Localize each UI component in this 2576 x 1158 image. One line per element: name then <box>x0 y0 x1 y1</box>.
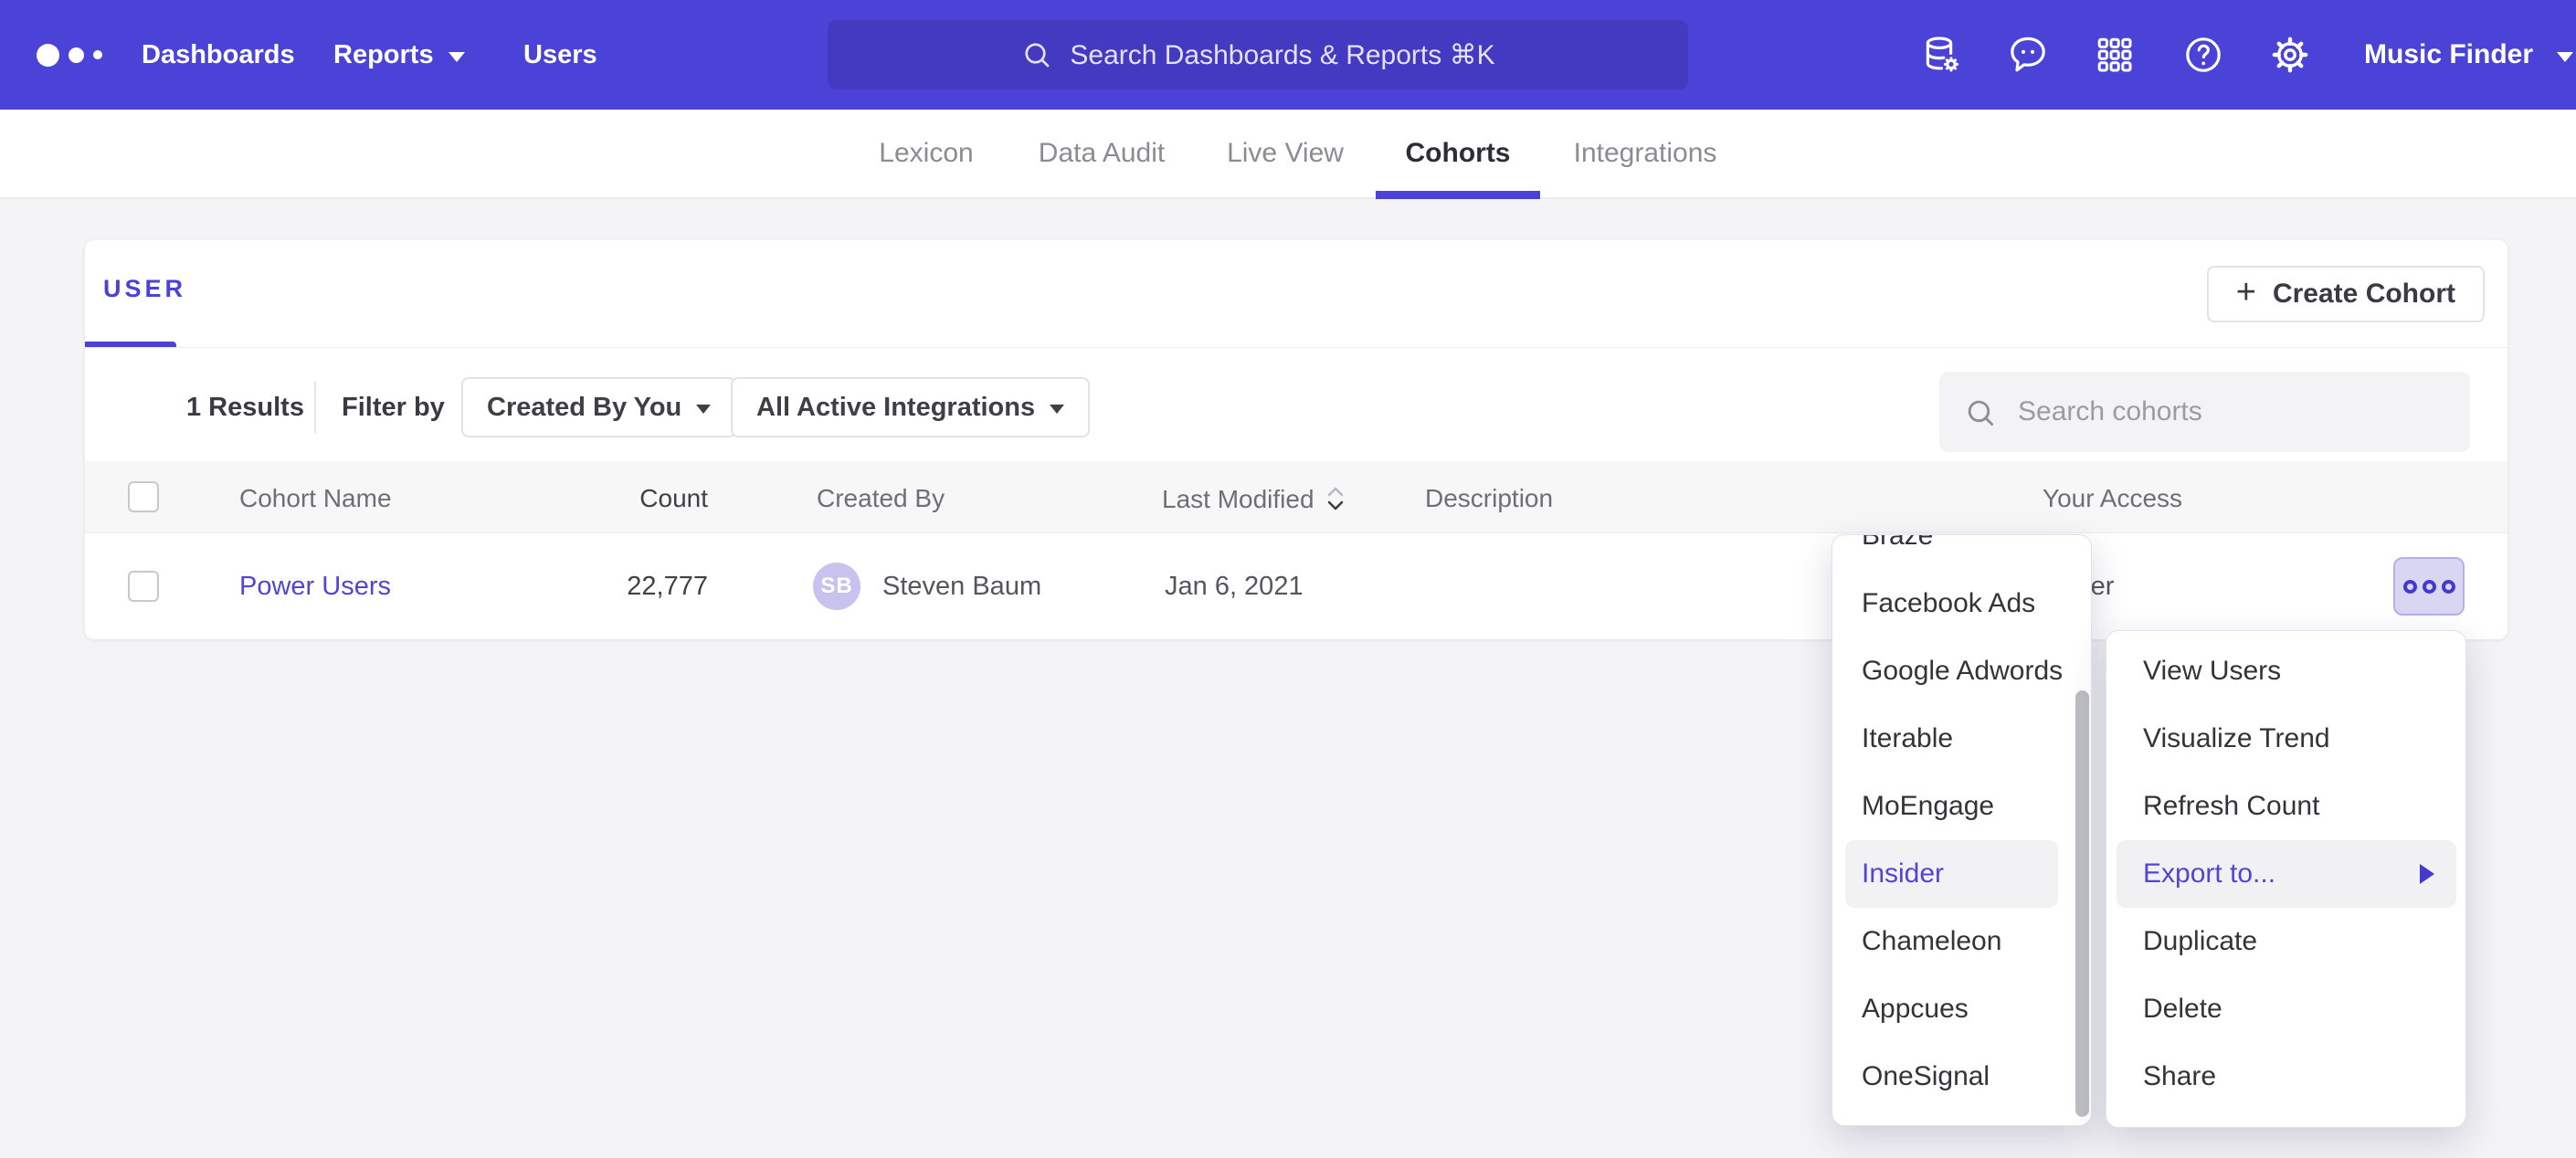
settings-gear-icon[interactable] <box>2268 33 2312 77</box>
menu-item-appcues[interactable]: Appcues <box>1832 975 2091 1043</box>
user-tab-label: USER <box>103 275 186 302</box>
scrollbar-thumb[interactable] <box>2075 690 2089 1117</box>
tab-lexicon[interactable]: Lexicon <box>879 110 973 197</box>
menu-item-share[interactable]: Share <box>2106 1043 2465 1111</box>
menu-item-visualize-trend[interactable]: Visualize Trend <box>2106 705 2465 773</box>
nav-item-label: Users <box>523 40 597 70</box>
tab-label: Cohorts <box>1406 138 1511 169</box>
project-switcher[interactable]: Music Finder <box>2364 0 2573 110</box>
column-header-description[interactable]: Description <box>1425 484 1553 513</box>
menu-item-label: Export to... <box>2143 858 2275 890</box>
menu-item-view-users[interactable]: View Users <box>2106 637 2465 705</box>
nav-item-label: Reports <box>333 40 434 70</box>
project-name: Music Finder <box>2364 39 2533 70</box>
filter-by-label: Filter by <box>342 393 445 423</box>
ellipsis-dot-icon <box>2423 580 2436 594</box>
menu-item-moengage[interactable]: MoEngage <box>1832 773 2091 840</box>
secondary-nav: Lexicon Data Audit Live View Cohorts Int… <box>0 110 2576 199</box>
chevron-down-icon <box>1050 405 1064 414</box>
divider <box>314 382 316 433</box>
chevron-down-icon <box>696 405 711 414</box>
global-search-input[interactable]: Search Dashboards & Reports ⌘K <box>828 20 1688 89</box>
menu-item-onesignal[interactable]: OneSignal <box>1832 1043 2091 1111</box>
chevron-down-icon <box>449 52 465 62</box>
help-icon[interactable] <box>2181 33 2225 77</box>
column-header-your-access[interactable]: Your Access <box>2043 484 2182 513</box>
search-icon <box>1963 395 1998 430</box>
menu-item-braze[interactable]: Braze <box>1832 534 2091 570</box>
submenu-arrow-icon <box>2420 864 2434 884</box>
cohort-search-input[interactable] <box>2018 372 2456 452</box>
tab-label: Integrations <box>1574 138 1717 169</box>
cohorts-panel: USER + Create Cohort 1 Results Filter by… <box>85 240 2507 639</box>
tab-label: Lexicon <box>879 138 973 169</box>
divider <box>85 347 2507 348</box>
tab-user-cohorts[interactable]: USER <box>103 275 186 303</box>
cohort-search <box>1939 372 2470 452</box>
tab-integrations[interactable]: Integrations <box>1574 110 1717 197</box>
nav-item-label: Dashboards <box>142 40 295 70</box>
select-all-checkbox[interactable] <box>128 481 159 512</box>
column-header-count[interactable]: Count <box>505 484 708 513</box>
column-header-last-modified[interactable]: Last Modified <box>1162 484 1346 514</box>
create-cohort-button[interactable]: + Create Cohort <box>2207 266 2485 322</box>
feedback-icon[interactable] <box>2006 33 2050 77</box>
filter-integrations-dropdown[interactable]: All Active Integrations <box>731 377 1090 437</box>
export-to-submenu: Braze Facebook Ads Google Adwords Iterab… <box>1832 534 2092 1126</box>
search-icon <box>1020 38 1053 71</box>
menu-item-facebook-ads[interactable]: Facebook Ads <box>1832 570 2091 637</box>
menu-item-google-adwords[interactable]: Google Adwords <box>1832 637 2091 705</box>
nav-item-dashboards[interactable]: Dashboards <box>142 0 295 110</box>
filter-label: Created By You <box>487 393 681 423</box>
menu-item-refresh-count[interactable]: Refresh Count <box>2106 773 2465 840</box>
column-header-label: Last Modified <box>1162 485 1314 513</box>
menu-item-duplicate[interactable]: Duplicate <box>2106 908 2465 975</box>
created-by-name: Steven Baum <box>882 572 1041 602</box>
results-count: 1 Results <box>186 393 304 423</box>
table-header-row: Cohort Name Count Created By Last Modifi… <box>85 461 2507 533</box>
cohort-name-link[interactable]: Power Users <box>239 572 391 602</box>
tab-live-view[interactable]: Live View <box>1227 110 1344 197</box>
top-navbar: Dashboards Reports Users Search Dashboar… <box>0 0 2576 110</box>
global-search-placeholder: Search Dashboards & Reports ⌘K <box>1070 39 1494 71</box>
filter-created-by-dropdown[interactable]: Created By You <box>461 377 736 437</box>
last-modified-date: Jan 6, 2021 <box>1165 572 1304 602</box>
column-header-created-by[interactable]: Created By <box>817 484 945 513</box>
data-settings-icon[interactable] <box>1919 33 1963 77</box>
column-header-cohort-name[interactable]: Cohort Name <box>239 484 392 513</box>
row-actions-button[interactable] <box>2393 557 2465 616</box>
nav-item-reports[interactable]: Reports <box>333 0 465 110</box>
nav-item-users[interactable]: Users <box>523 0 597 110</box>
cohort-actions-menu: View Users Visualize Trend Refresh Count… <box>2106 630 2466 1128</box>
tab-label: Data Audit <box>1039 138 1165 169</box>
menu-item-insider[interactable]: Insider <box>1845 840 2058 908</box>
ellipsis-dot-icon <box>2403 580 2417 594</box>
mixpanel-logo-icon[interactable] <box>37 0 128 110</box>
table-row: Power Users 22,777 SB Steven Baum Jan 6,… <box>85 533 2507 639</box>
avatar: SB <box>813 563 860 610</box>
export-submenu-list: Braze Facebook Ads Google Adwords Iterab… <box>1832 534 2091 1111</box>
menu-item-delete[interactable]: Delete <box>2106 975 2465 1043</box>
sort-icon <box>1325 484 1346 514</box>
menu-item-chameleon[interactable]: Chameleon <box>1832 908 2091 975</box>
filter-label: All Active Integrations <box>756 393 1035 423</box>
ellipsis-dot-icon <box>2442 580 2455 594</box>
tab-label: Live View <box>1227 138 1344 169</box>
create-cohort-label: Create Cohort <box>2273 279 2455 310</box>
active-tab-underline <box>1376 191 1540 199</box>
row-checkbox[interactable] <box>128 571 159 602</box>
plus-icon: + <box>2236 273 2256 312</box>
tab-cohorts[interactable]: Cohorts <box>1406 110 1511 197</box>
menu-item-export-to[interactable]: Export to... <box>2117 840 2456 908</box>
apps-grid-icon[interactable] <box>2093 33 2137 77</box>
tab-data-audit[interactable]: Data Audit <box>1039 110 1165 197</box>
menu-item-iterable[interactable]: Iterable <box>1832 705 2091 773</box>
cohort-count: 22,777 <box>505 572 708 602</box>
chevron-down-icon <box>2557 52 2573 62</box>
